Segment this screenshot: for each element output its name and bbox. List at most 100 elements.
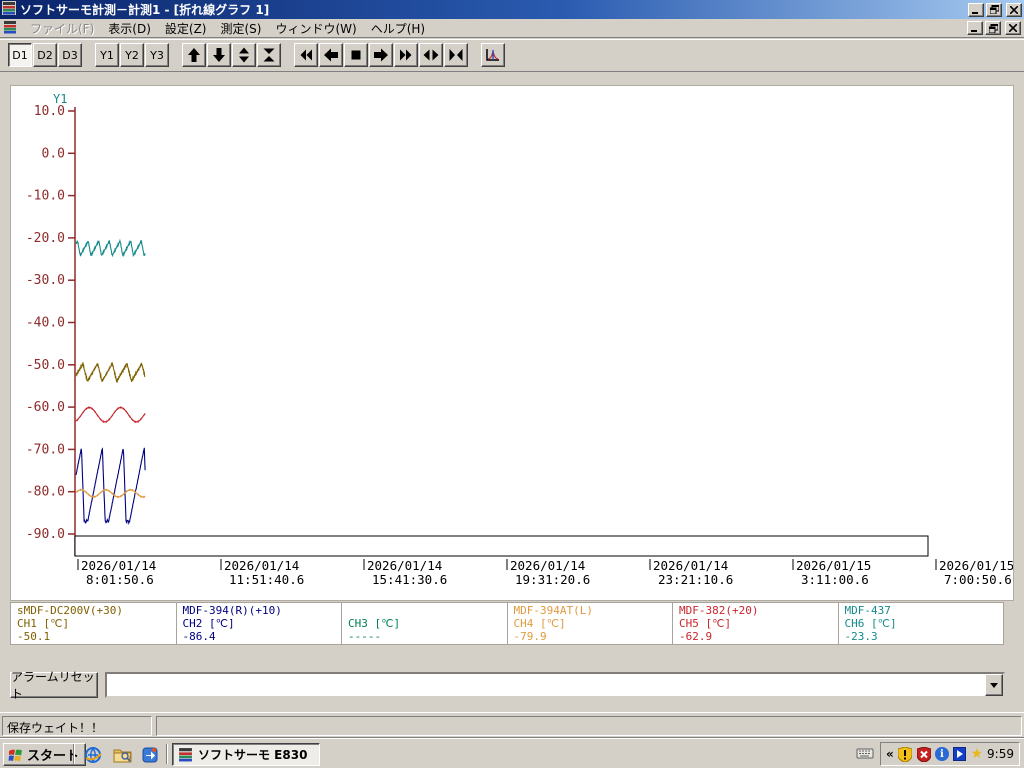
y-tick-label: -10.0 — [26, 189, 65, 204]
channel-legend: sMDF-DC200V(+30) CH1 [℃] -50.1 MDF-394(R)(+… — [10, 602, 1004, 645]
y2-button[interactable]: Y2 — [120, 43, 144, 67]
fast-forward-button[interactable] — [394, 43, 418, 67]
expand-horizontal-button[interactable] — [419, 43, 443, 67]
menu-item-2[interactable]: 設定(Z) — [158, 20, 214, 38]
child-close-button[interactable] — [1005, 21, 1021, 35]
status-message: 保存ウェイト！！ — [2, 716, 152, 736]
rewind-button[interactable] — [294, 43, 318, 67]
x-tick-time: 19:31:20.6 — [515, 572, 590, 587]
series-ch2 — [75, 447, 146, 526]
taskbar-clock: 9:59 — [987, 747, 1014, 761]
graph-settings-button[interactable] — [481, 43, 505, 67]
stop-button[interactable] — [344, 43, 368, 67]
arrow-right-icon — [374, 48, 388, 62]
app-icon[interactable] — [2, 1, 16, 18]
channel-5-value: -62.9 — [679, 630, 713, 643]
y1-button[interactable]: Y1 — [95, 43, 119, 67]
x-tick-date: 2026/01/14 — [510, 558, 585, 573]
channel-2-label: CH2 [℃] — [182, 617, 235, 630]
channel-1-label: CH1 [℃] — [17, 617, 70, 630]
x-tick-time: 23:21:10.6 — [658, 572, 733, 587]
star-icon[interactable]: ★ — [970, 747, 983, 761]
y-tick-label: -50.0 — [26, 358, 65, 373]
restore-button[interactable] — [986, 2, 1002, 17]
time-range-bar[interactable] — [74, 535, 929, 557]
close-button[interactable] — [1006, 2, 1022, 17]
arrows-up-down-icon — [239, 47, 249, 63]
channel-1-name: sMDF-DC200V(+30) — [17, 604, 123, 617]
d3-button[interactable]: D3 — [58, 43, 82, 67]
y-tick-label: 0.0 — [42, 146, 65, 161]
menu-item-5[interactable]: ヘルプ(H) — [364, 20, 432, 38]
folder-search-icon[interactable] — [112, 745, 132, 765]
compress-horizontal-button[interactable] — [444, 43, 468, 67]
child-minimize-button[interactable] — [967, 21, 983, 35]
channel-6-name: MDF-437 — [844, 604, 891, 617]
legend-cell-ch1: sMDF-DC200V(+30) CH1 [℃] -50.1 — [11, 603, 177, 644]
arrows-horizontal-inward-icon — [449, 49, 463, 61]
compress-vertical-button[interactable] — [257, 43, 281, 67]
alarm-combobox[interactable] — [105, 672, 1005, 698]
chevron-icon[interactable]: « — [886, 747, 894, 761]
channel-4-label: CH4 [℃] — [513, 617, 566, 630]
status-panel-empty — [156, 716, 1022, 736]
x-tick-date: 2026/01/14 — [653, 558, 728, 573]
legend-cell-ch4: MDF-394AT(L) CH4 [℃] -79.9 — [508, 603, 673, 644]
legend-cell-ch5: MDF-382(+20) CH5 [℃] -62.9 — [673, 603, 839, 644]
app-icon — [178, 747, 193, 762]
d1-button[interactable]: D1 — [8, 43, 32, 67]
x-tick-time: 3:11:00.6 — [801, 572, 869, 587]
d2-button[interactable]: D2 — [33, 43, 57, 67]
toolbar-group-5 — [481, 43, 506, 67]
arrows-left-right-icon — [423, 49, 439, 61]
step-right-button[interactable] — [369, 43, 393, 67]
mdi-child-icon[interactable] — [3, 19, 17, 37]
double-arrow-left-icon — [300, 49, 312, 61]
security-alert-shield-icon[interactable] — [916, 746, 931, 762]
line-chart: Y110.00.0-10.0-20.0-30.0-40.0-50.0-60.0-… — [26, 92, 1014, 587]
menu-items: ファイル(F) 表示(D) 設定(Z) 測定(S) ウィンドウ(W) ヘルプ(H) — [23, 20, 432, 37]
channel-2-name: MDF-394(R)(+10) — [182, 604, 282, 617]
channel-3-label: CH3 [℃] — [348, 617, 401, 630]
alarm-row: アラームリセット — [0, 670, 1024, 702]
internet-explorer-icon[interactable] — [83, 745, 103, 765]
play-indicator-icon[interactable] — [952, 747, 967, 761]
application-window: ソフトサーモ計測－計測1 - [折れ線グラフ 1] ファイル(F) 表示(D) 設定… — [0, 0, 1024, 768]
channel-4-name: MDF-394AT(L) — [513, 604, 593, 617]
x-tick-date: 2026/01/14 — [367, 558, 442, 573]
expand-vertical-button[interactable] — [232, 43, 256, 67]
scroll-down-button[interactable] — [207, 43, 231, 67]
graph-icon — [486, 49, 499, 61]
series-ch6 — [75, 238, 146, 258]
child-restore-button[interactable] — [985, 21, 1001, 35]
show-desktop-icon[interactable] — [140, 745, 160, 765]
scroll-up-button[interactable] — [182, 43, 206, 67]
legend-cell-ch2: MDF-394(R)(+10) CH2 [℃] -86.4 — [177, 603, 342, 644]
step-left-button[interactable] — [319, 43, 343, 67]
x-tick-date: 2026/01/14 — [81, 558, 156, 573]
series-ch1 — [75, 362, 146, 384]
toolbar-group-3 — [182, 43, 282, 67]
minimize-button[interactable] — [968, 2, 984, 17]
window-title: ソフトサーモ計測－計測1 - [折れ線グラフ 1] — [20, 3, 270, 17]
alarm-reset-button[interactable]: アラームリセット — [10, 670, 98, 701]
y3-button[interactable]: Y3 — [145, 43, 169, 67]
channel-4-value: -79.9 — [513, 630, 547, 643]
taskbar: スタート ソフトサーモ E830 « i ★ 9:59 — [0, 738, 1024, 768]
menu-item-4[interactable]: ウィンドウ(W) — [268, 20, 363, 38]
y-tick-label: -30.0 — [26, 273, 65, 288]
legend-cell-ch6: MDF-437 CH6 [℃] -23.3 — [839, 603, 1004, 644]
security-warning-shield-icon[interactable] — [898, 746, 913, 762]
legend-cell-ch3: CH3 [℃] ----- — [342, 603, 508, 644]
keyboard-icon[interactable] — [856, 746, 874, 763]
info-balloon-icon[interactable]: i — [935, 747, 949, 761]
menu-item-1[interactable]: 表示(D) — [101, 20, 158, 38]
x-tick-time: 15:41:30.6 — [372, 572, 447, 587]
taskbar-app-button[interactable]: ソフトサーモ E830 — [172, 743, 320, 766]
arrows-vertical-inward-icon — [263, 48, 275, 62]
menu-item-3[interactable]: 測定(S) — [213, 20, 268, 38]
alarm-combobox-value[interactable] — [107, 674, 985, 696]
system-tray: « i ★ 9:59 — [880, 742, 1020, 766]
channel-6-value: -23.3 — [844, 630, 878, 643]
combobox-dropdown-button[interactable] — [985, 674, 1003, 696]
